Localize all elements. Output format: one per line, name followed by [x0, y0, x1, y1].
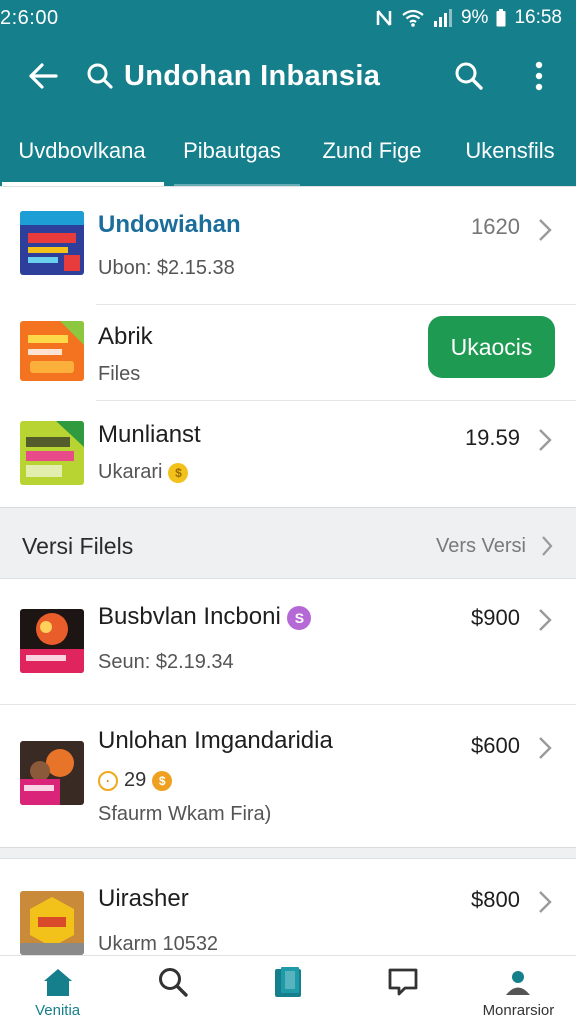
item-value: $800 — [471, 887, 520, 912]
item-subtitle: Sfaurm Wkam Fira) — [98, 803, 272, 825]
coin-icon: $ — [168, 462, 189, 483]
item-subtitle: Ubon: $2.15.38 — [98, 257, 235, 279]
action-button[interactable]: Ukaocis — [428, 316, 555, 378]
item-title: Uirasher — [98, 885, 189, 912]
bottom-nav: Venitia Monrarsior — [0, 955, 576, 1024]
item-value: 1620 — [471, 214, 520, 239]
status-time: 2:6:00 — [0, 6, 59, 29]
battery-text: 9% — [460, 7, 489, 28]
bottom-list-card-2: Uirasher Ukarm 10532 $800 — [0, 858, 576, 958]
home-icon — [42, 966, 74, 998]
item-subtitle: Seun: $2.19.34 — [98, 651, 234, 673]
list-item[interactable]: Busbvlan Incboni S Seun: $2.19.34 $900 — [0, 579, 576, 705]
nav-home[interactable]: Venitia — [0, 956, 115, 1024]
chevron-right-icon — [539, 737, 552, 759]
chevron-right-icon — [539, 609, 552, 631]
search-icon — [87, 63, 113, 89]
search-button[interactable] — [436, 36, 502, 116]
clock-icon: · — [98, 770, 118, 791]
wifi-icon — [401, 9, 425, 27]
item-title: Undowiahan — [98, 211, 241, 238]
item-subtitle: Ukarari — [98, 461, 163, 483]
item-subtitle: Files — [98, 363, 141, 385]
app-bar: Undohan Inbansia — [0, 36, 576, 116]
item-title-wrap: Busbvlan Incboni S — [98, 603, 312, 631]
list-item[interactable]: Munlianst Ukarari $ 19.59 — [0, 401, 576, 509]
chevron-right-icon — [539, 429, 552, 451]
nav-label: Monrarsior — [482, 1002, 555, 1019]
page-title: Undohan Inbansia — [124, 59, 381, 92]
list-item[interactable]: Undowiahan Ubon: $2.15.38 1620 — [0, 187, 576, 305]
list-item[interactable]: Unlohan Imgandaridia · 29 $ Sfaurm Wkam … — [0, 705, 576, 849]
item-thumbnail — [20, 741, 84, 805]
back-button[interactable] — [0, 36, 86, 116]
tab-1[interactable]: Pibautgas — [164, 116, 300, 186]
bottom-list-card: Busbvlan Incboni S Seun: $2.19.34 $900 U… — [0, 578, 576, 848]
search-icon — [455, 62, 483, 90]
nav-library[interactable] — [230, 956, 345, 1024]
list-item[interactable]: Uirasher Ukarm 10532 $800 — [0, 859, 576, 959]
item-thumbnail — [20, 421, 84, 485]
item-meta: 29 — [124, 769, 147, 791]
tab-2[interactable]: Zund Fige — [300, 116, 444, 186]
item-title: Unlohan Imgandaridia — [98, 727, 333, 754]
section-title: Versi Filels — [22, 532, 134, 559]
tab-0[interactable]: Uvdbovlkana — [0, 116, 164, 186]
chevron-right-icon — [542, 536, 553, 556]
section-link[interactable]: Vers Versi — [436, 535, 526, 558]
search-icon — [157, 966, 189, 998]
badge-icon: S — [287, 605, 312, 630]
item-title: Abrik — [98, 323, 153, 350]
book-icon — [272, 966, 304, 998]
tab-bar: Uvdbovlkana Pibautgas Zund Fige Ukensfil… — [0, 116, 576, 186]
nfc-icon — [375, 9, 393, 27]
profile-icon — [501, 966, 535, 998]
more-button[interactable] — [502, 36, 576, 116]
item-value: $900 — [471, 605, 520, 630]
signal-icon — [433, 9, 453, 27]
tab-3[interactable]: Ukensfils — [444, 116, 576, 186]
item-thumbnail — [20, 891, 84, 955]
chevron-right-icon — [539, 219, 552, 241]
chevron-right-icon — [539, 891, 552, 913]
item-value: 19.59 — [464, 425, 520, 450]
nav-label: Venitia — [35, 1002, 81, 1019]
item-value: $600 — [471, 733, 520, 758]
section-header: Versi Filels Vers Versi — [0, 520, 576, 572]
item-thumbnail — [20, 609, 84, 673]
more-vert-icon — [535, 61, 543, 91]
item-subtitle-wrap: Ukarari $ — [98, 461, 189, 484]
battery-icon — [496, 9, 506, 27]
item-thumbnail — [20, 321, 84, 381]
item-title: Busbvlan Incboni — [98, 603, 281, 630]
arrow-left-icon — [29, 63, 58, 89]
item-meta-wrap: · 29 $ — [98, 769, 173, 792]
nav-search[interactable] — [115, 956, 230, 1024]
nav-profile[interactable]: Monrarsior — [461, 956, 576, 1024]
nav-chat[interactable] — [346, 956, 461, 1024]
item-subtitle: Ukarm 10532 — [98, 933, 219, 955]
status-bar: 2:6:00 9% 16:58 — [0, 0, 576, 36]
status-right-text: 16:58 — [514, 7, 562, 28]
coin-icon: $ — [152, 770, 173, 791]
item-title: Munlianst — [98, 421, 201, 448]
item-thumbnail — [20, 211, 84, 275]
chat-icon — [387, 966, 419, 998]
